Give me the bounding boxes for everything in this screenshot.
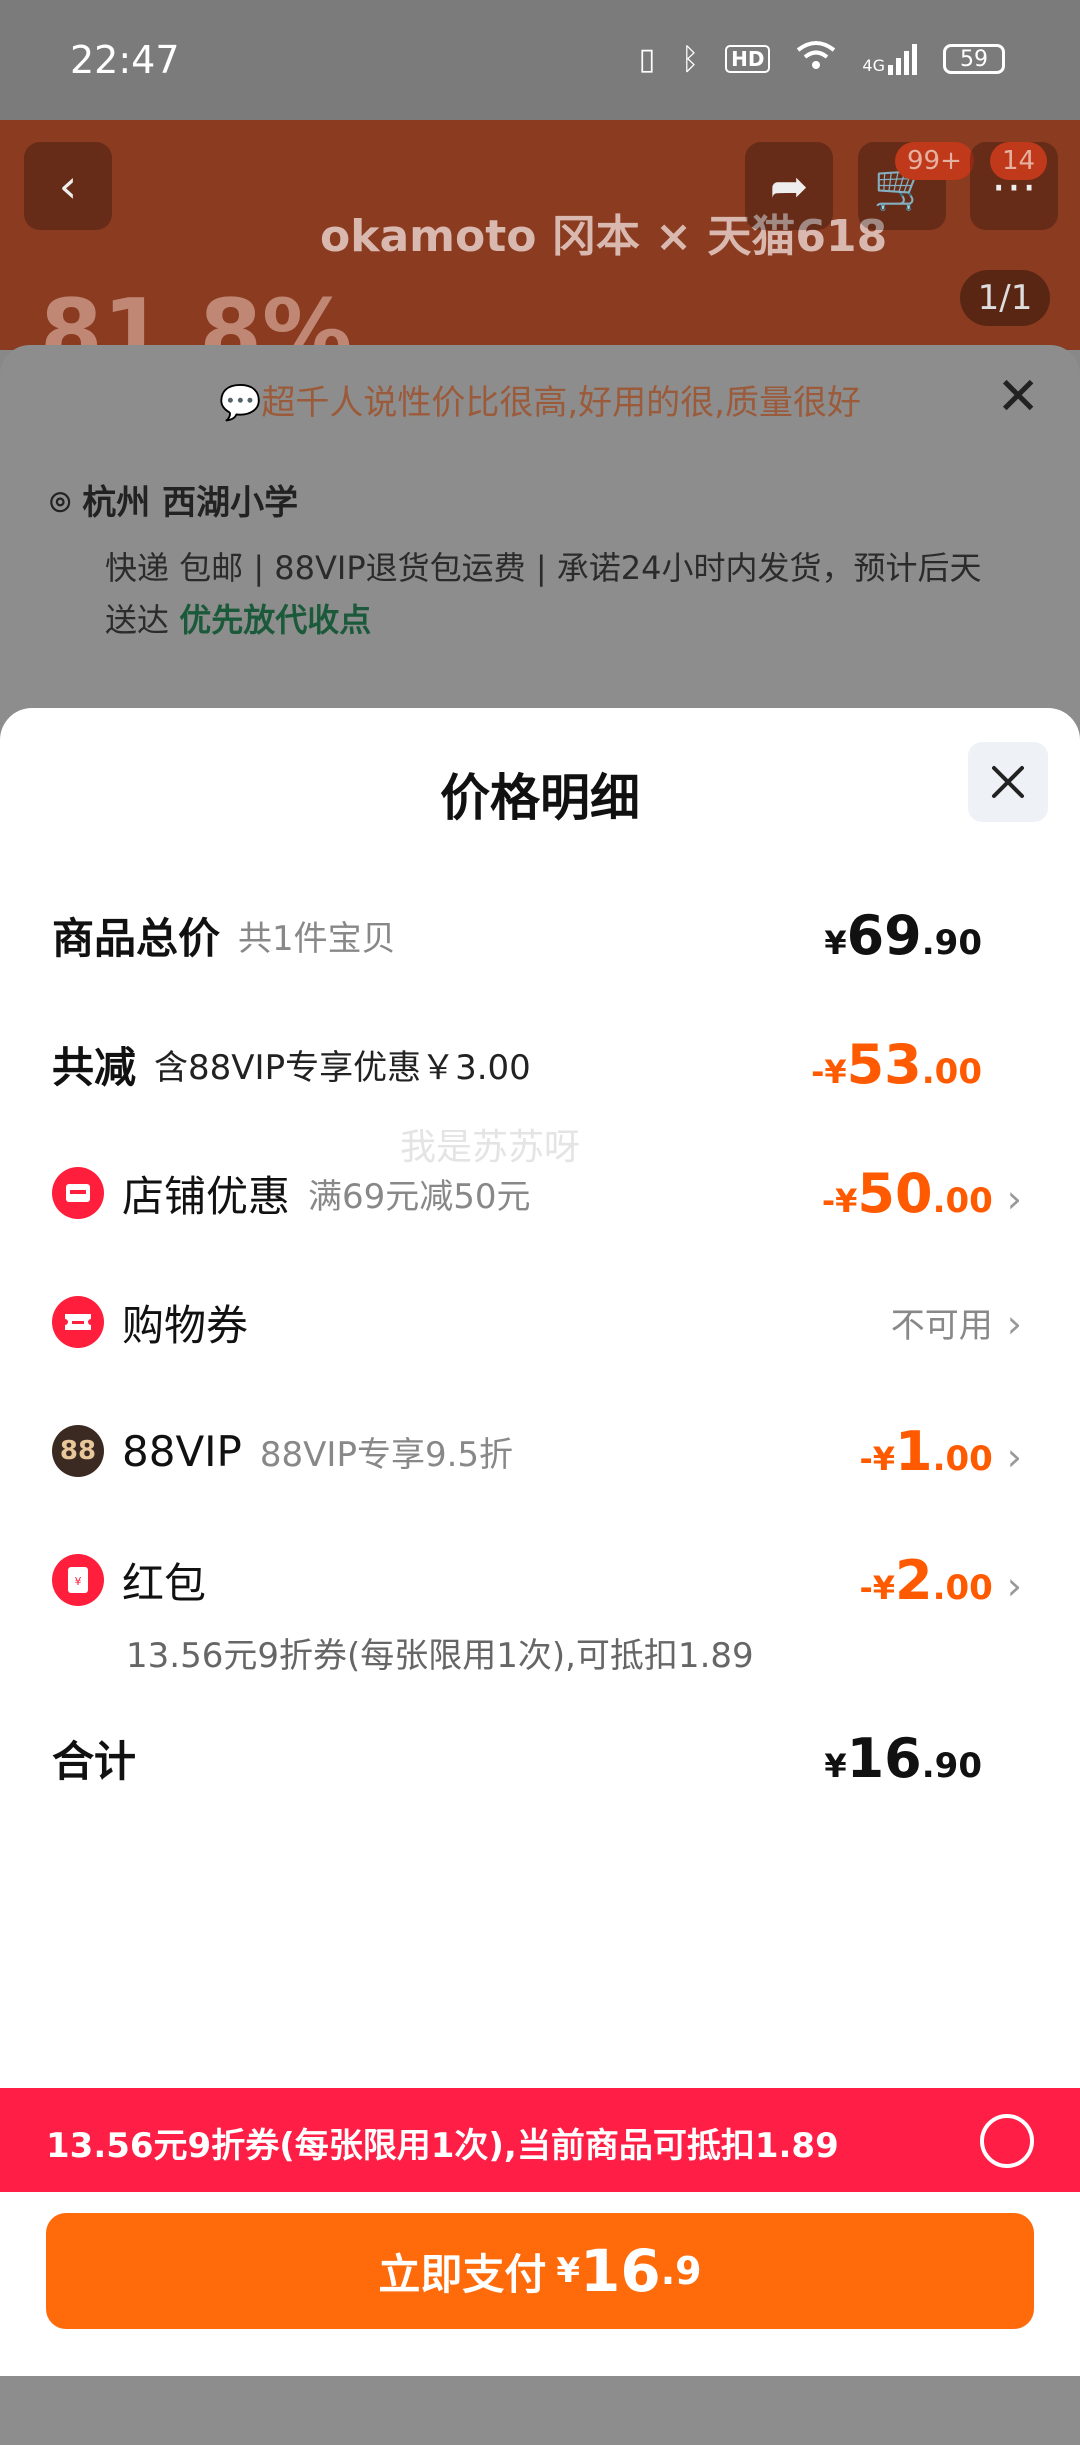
promo-text: 13.56元9折券(每张限用1次),当前商品可抵扣1.89 [46,2126,839,2166]
pay-now-button[interactable]: 立即支付 ¥16.9 [46,2213,1034,2329]
coupon-status: 不可用 › [890,1301,1022,1346]
location-text: 杭州 西湖小学 [82,483,299,523]
chevron-right-icon: › [1006,1301,1022,1346]
chevron-right-icon: › [1006,1176,1022,1221]
vip-discount-amount: -¥ 1.00 › [859,1419,1022,1483]
status-bar: 22:47 ▯ ᛒ HD 4G 59 [0,0,1080,120]
red-packet-note: 13.56元9折券(每张限用1次),可抵扣1.89 [126,1636,754,1676]
shipping-tag: 优先放代收点 [179,601,372,639]
wifi-icon [796,40,836,78]
sum-label: 合计 [52,1736,137,1786]
row-coupon[interactable]: 购物券 不可用 › [52,1282,1022,1362]
vibrate-icon: ▯ [638,41,656,77]
network-type: 4G [862,55,885,75]
location-pin-icon: ⌾ [50,483,71,523]
red-packet-icon: ¥ [52,1554,104,1606]
battery-icon: 59 [943,44,1005,74]
row-total-price: 商品总价 共1件宝贝 ¥69.90 [52,895,1022,975]
store-discount-label: 店铺优惠 [122,1171,291,1221]
coupon-label: 购物券 [122,1300,249,1350]
sum-amount: ¥16.90 [824,1726,982,1790]
delivery-address[interactable]: ⌾ 杭州 西湖小学 快递 包邮 | 88VIP退货包运费 | 承诺24小时内发货… [50,475,1010,646]
pay-amount-dec: .9 [660,2249,702,2293]
cart-badge: 99+ [895,142,974,180]
discount-total-label: 共减 [52,1042,137,1092]
review-hint: 💬超千人说性价比很高,好用的很,质量很好 [0,375,1080,424]
vip-label: 88VIP [122,1426,242,1476]
chevron-right-icon: › [1006,1563,1022,1608]
row-88vip[interactable]: 88 88VIP 88VIP专享9.5折 -¥ 1.00 › [52,1411,1022,1491]
red-packet-promo-bar[interactable]: 13.56元9折券(每张限用1次),当前商品可抵扣1.89 [0,2088,1080,2192]
coupon-icon [52,1296,104,1348]
chevron-right-icon: › [1006,1434,1022,1479]
status-icons: ▯ ᛒ HD 4G 59 [639,40,1005,78]
share-icon[interactable]: ➦ [745,142,833,230]
price-detail-sheet: 价格明细 我是苏苏呀 商品总价 共1件宝贝 ¥69.90 共减 含88VIP专享… [0,708,1080,2376]
review-hint-text: 超千人说性价比很高,好用的很,质量很好 [261,383,861,423]
signal-icon: 4G [862,43,917,75]
sheet-title: 价格明细 [440,769,640,827]
pay-amount-int: 16 [580,2237,661,2305]
close-icon [992,766,1024,798]
vip-discount-note: 88VIP专享9.5折 [259,1434,514,1475]
more-badge: 14 [990,142,1048,180]
item-count: 共1件宝贝 [238,918,396,959]
row-discount-total: 共减 含88VIP专享优惠￥3.00 -¥ 53.00 [52,1024,1022,1104]
store-discount-amount: -¥ 50.00 › [821,1161,1022,1225]
close-icon[interactable]: ✕ [996,367,1040,427]
row-red-packet[interactable]: ¥ 红包 -¥ 2.00 › [52,1540,1022,1620]
chat-icon: 💬 [219,383,262,423]
row-store-discount[interactable]: 店铺优惠 满69元减50元 -¥ 50.00 › [52,1153,1022,1233]
88vip-icon: 88 [52,1425,104,1477]
promo-radio[interactable] [980,2114,1034,2168]
status-time: 22:47 [70,38,180,82]
store-discount-rule: 满69元减50元 [308,1176,531,1217]
total-price-label: 商品总价 [52,913,221,963]
pay-currency: ¥ [556,2251,581,2291]
discount-total-amount: -¥ 53.00 [811,1032,982,1096]
image-counter: 1/1 [960,270,1050,326]
discount-total-note: 含88VIP专享优惠￥3.00 [154,1047,531,1088]
hd-icon: HD [725,45,771,73]
pay-now-label: 立即支付 [378,2249,547,2299]
red-packet-label: 红包 [122,1558,207,1608]
row-sum: 合计 ¥16.90 [52,1718,1022,1798]
bluetooth-icon: ᛒ [681,41,700,77]
red-packet-amount: -¥ 2.00 › [859,1548,1022,1612]
total-price-amount: ¥69.90 [824,903,982,967]
svg-text:¥: ¥ [75,1575,82,1588]
store-icon [52,1167,104,1219]
close-button[interactable] [968,742,1048,822]
back-icon[interactable]: ‹ [24,142,112,230]
